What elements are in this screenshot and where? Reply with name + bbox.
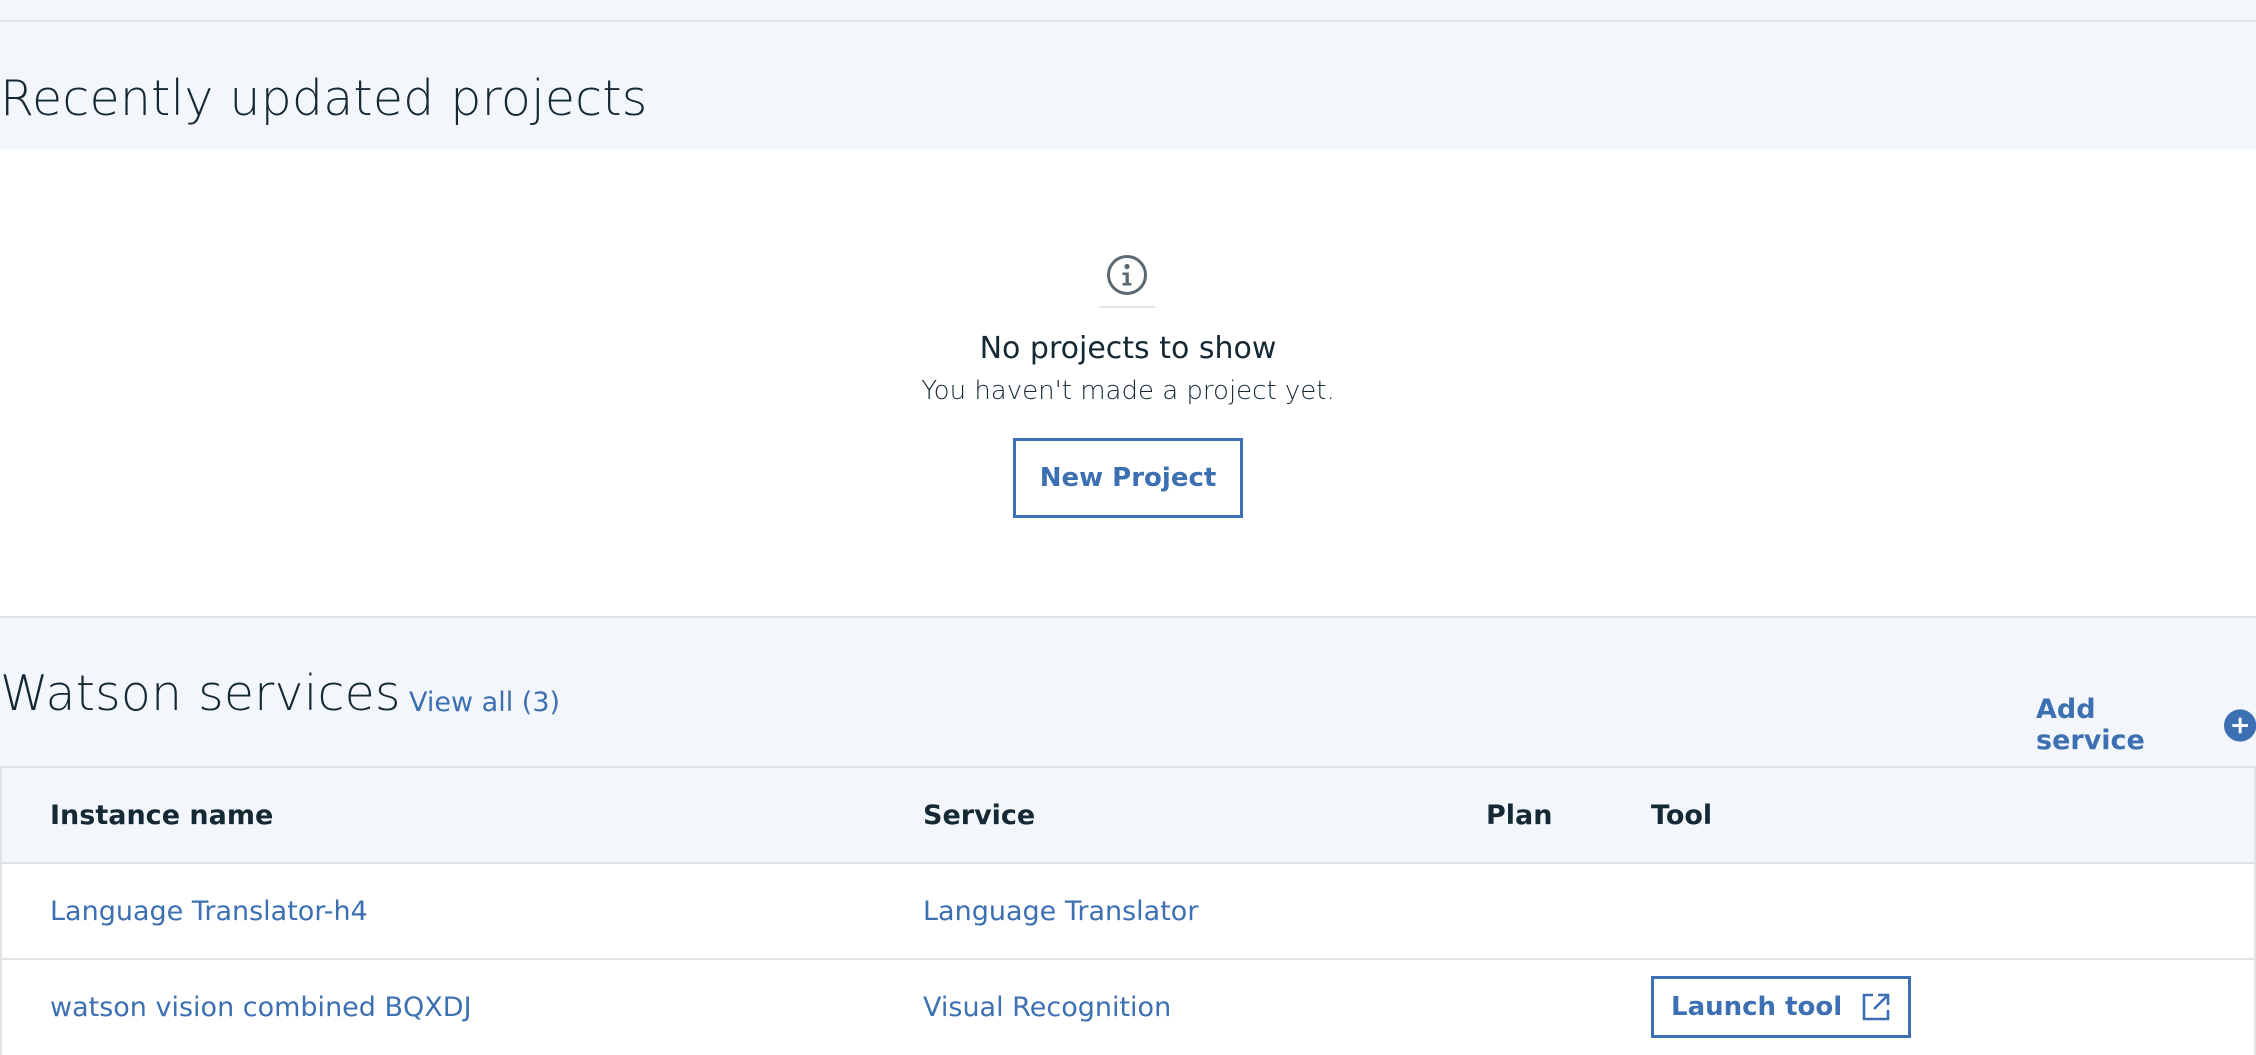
service-link[interactable]: Language Translator (923, 896, 1198, 927)
add-service-label: Add service (2036, 694, 2145, 756)
empty-state-subtitle: You haven't made a project yet. (921, 376, 1335, 406)
launch-tool-label: Launch tool (1671, 992, 1843, 1022)
info-icon (1107, 255, 1147, 295)
column-header-service[interactable]: Service (923, 768, 1035, 862)
services-table: Instance name Service Plan Tool Language… (0, 766, 2256, 1055)
column-header-tool: Tool (1651, 799, 1713, 831)
instance-name-link[interactable]: watson vision combined BQXDJ (50, 992, 472, 1023)
projects-empty-panel: No projects to show You haven't made a p… (0, 149, 2256, 618)
add-service-button[interactable]: Add service (2036, 694, 2256, 756)
view-all-services-link[interactable]: View all (3) (409, 687, 560, 718)
plus-circle-icon (2223, 708, 2256, 742)
top-bar (0, 0, 2256, 22)
table-row: Language Translator-h4 Language Translat… (2, 864, 2254, 960)
column-header-plan[interactable]: Plan (1486, 768, 1553, 862)
table-header-row: Instance name Service Plan Tool (2, 768, 2254, 864)
launch-tool-button[interactable]: Launch tool (1651, 976, 1912, 1038)
instance-name-link[interactable]: Language Translator-h4 (50, 896, 368, 927)
column-header-instance-name[interactable]: Instance name (50, 768, 273, 862)
new-project-button[interactable]: New Project (1013, 438, 1243, 518)
empty-state-divider (1099, 306, 1155, 308)
services-section-title: Watson services (0, 665, 401, 722)
external-link-icon (1862, 993, 1890, 1021)
table-row: watson vision combined BQXDJ Visual Reco… (2, 960, 2254, 1055)
service-link[interactable]: Visual Recognition (923, 992, 1171, 1023)
projects-section-title: Recently updated projects (0, 70, 648, 127)
empty-state-title: No projects to show (979, 331, 1277, 366)
